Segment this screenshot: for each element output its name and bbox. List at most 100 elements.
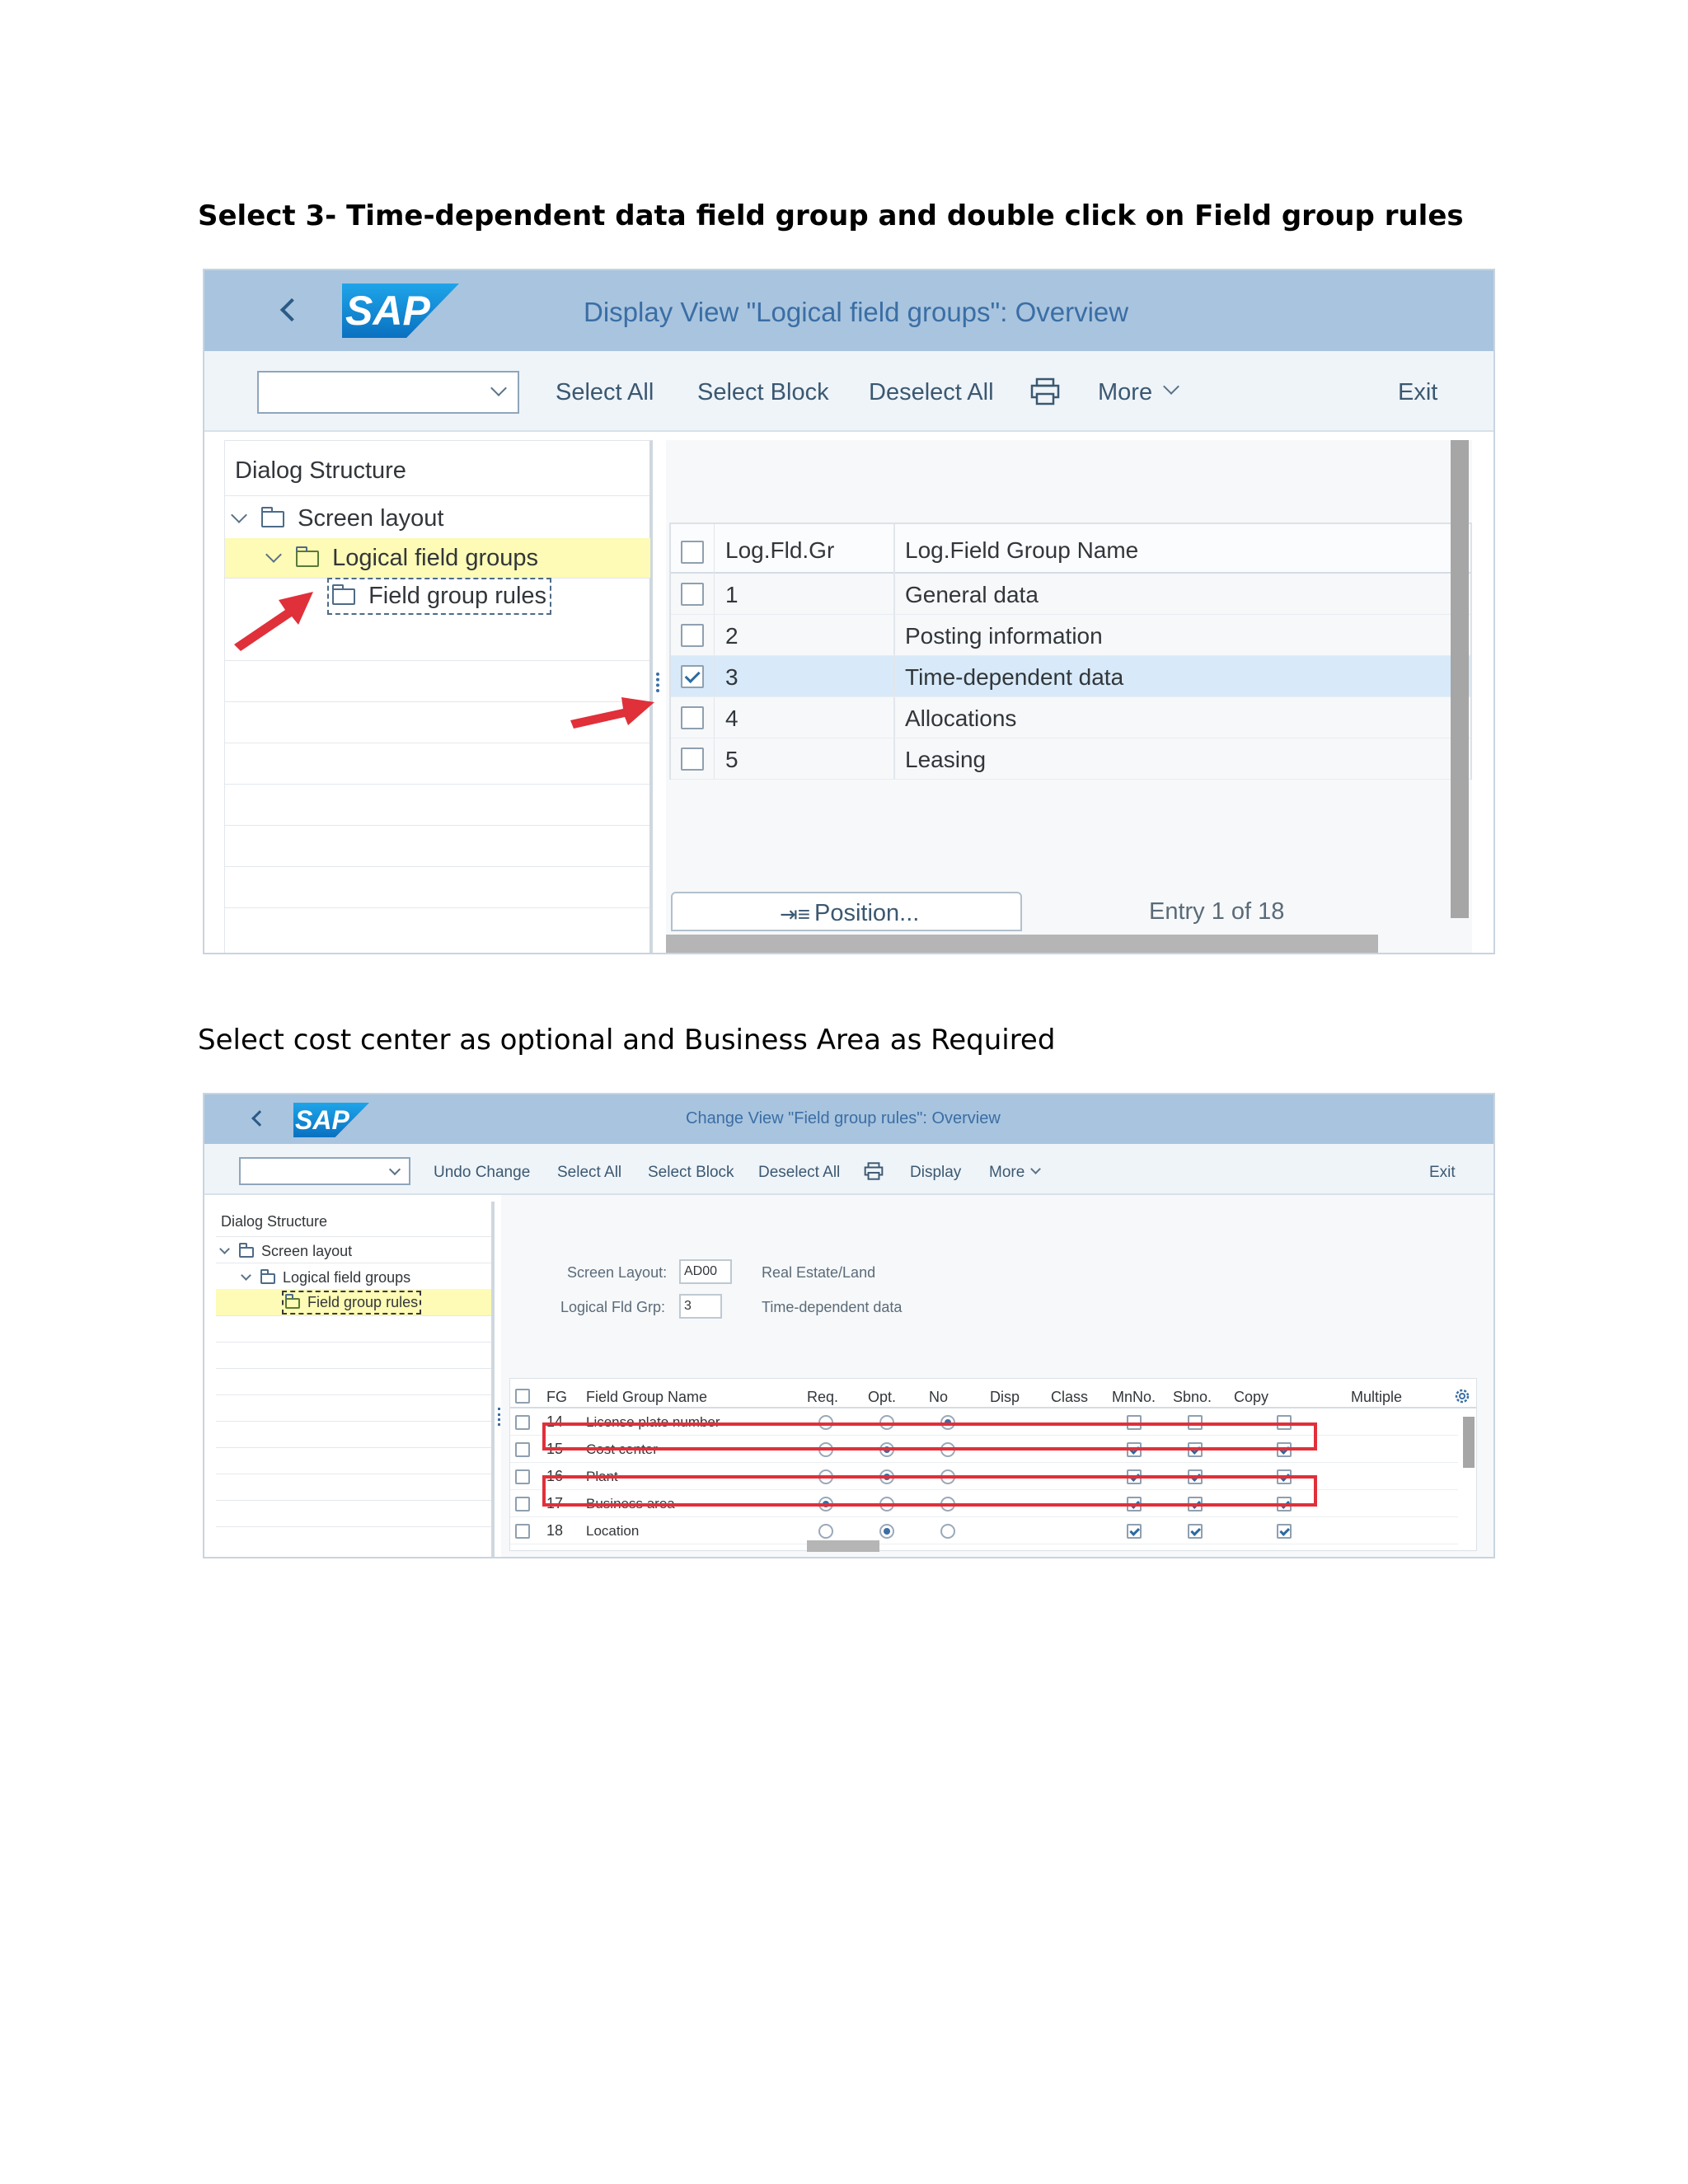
row-checkbox[interactable] — [681, 624, 704, 647]
chevron-down-icon — [490, 380, 507, 396]
screen-layout-value: AD00 — [684, 1264, 718, 1278]
instruction-step2: Select cost center as optional and Busin… — [198, 1024, 1056, 1057]
screenshot-field-group-rules: SAP Change View "Field group rules": Ove… — [203, 1093, 1495, 1558]
table-row[interactable]: 1 General data — [671, 574, 1470, 615]
optional-radio[interactable] — [879, 1524, 894, 1539]
select-all-button[interactable]: Select All — [556, 379, 654, 406]
select-block-button[interactable]: Select Block — [648, 1164, 734, 1182]
row-checkbox[interactable] — [681, 665, 704, 688]
position-button[interactable]: ⇥≡ Position... — [671, 892, 1022, 931]
table-row[interactable]: 4 Allocations — [671, 697, 1470, 738]
exit-button[interactable]: Exit — [1429, 1164, 1456, 1182]
toolbar: Select All Select Block Deselect All Mor… — [204, 351, 1493, 432]
logical-field-groups-table: Log.Fld.Gr Log.Field Group Name 1 General… — [669, 523, 1472, 780]
horizontal-scrollbar[interactable] — [666, 935, 1378, 953]
chevron-down-icon — [1163, 378, 1179, 395]
sap-logo: SAP — [293, 1103, 369, 1137]
more-label: More — [1098, 379, 1153, 405]
column-header-no: No — [929, 1389, 949, 1405]
row-checkbox[interactable] — [515, 1415, 530, 1430]
column-divider — [714, 738, 715, 779]
display-button[interactable]: Display — [910, 1164, 961, 1182]
print-icon[interactable] — [864, 1162, 884, 1180]
tree-item-logical-field-groups[interactable]: Logical field groups — [241, 1268, 410, 1286]
no-radio[interactable] — [940, 1524, 955, 1539]
tree-item-field-group-rules[interactable]: Field group rules — [327, 578, 552, 615]
print-icon[interactable] — [1030, 377, 1060, 405]
back-icon[interactable] — [279, 298, 304, 322]
column-divider — [893, 738, 895, 779]
row-checkbox[interactable] — [681, 748, 704, 771]
screen-layout-description: Real Estate/Land — [762, 1264, 876, 1281]
row-checkbox[interactable] — [681, 706, 704, 729]
select-all-button[interactable]: Select All — [557, 1164, 621, 1182]
tree-label: Logical field groups — [332, 545, 539, 571]
log-fld-gr-cell: 2 — [725, 623, 738, 649]
column-header-class: Class — [1051, 1389, 1089, 1405]
row-checkbox[interactable] — [681, 583, 704, 606]
column-divider — [714, 656, 715, 696]
tree-item-screen-layout[interactable]: Screen layout — [231, 505, 444, 532]
required-radio[interactable] — [818, 1524, 833, 1539]
dialog-structure-title: Dialog Structure — [235, 457, 406, 484]
sap-logo: SAP — [342, 284, 459, 338]
select-all-checkbox[interactable] — [515, 1389, 530, 1404]
column-divider — [893, 574, 895, 614]
mnno-checkbox[interactable] — [1127, 1524, 1142, 1539]
tree-label: Field group rules — [307, 1294, 419, 1310]
more-menu[interactable]: More — [1098, 379, 1152, 406]
exit-button[interactable]: Exit — [1398, 379, 1437, 406]
table-area: Log.Fld.Gr Log.Field Group Name 1 General… — [666, 440, 1472, 953]
table-row[interactable]: 2 Posting information — [671, 615, 1470, 656]
command-dropdown[interactable] — [257, 371, 519, 414]
vertical-scrollbar[interactable] — [1463, 1417, 1475, 1468]
column-header-copy: Copy — [1234, 1389, 1269, 1405]
screen-layout-field[interactable]: AD00 — [679, 1259, 732, 1284]
tree-label: Screen layout — [261, 1243, 353, 1259]
back-icon[interactable] — [251, 1110, 268, 1127]
copy-checkbox[interactable] — [1277, 1524, 1292, 1539]
splitter-handle[interactable] — [498, 1408, 500, 1426]
row-checkbox[interactable] — [515, 1497, 530, 1511]
deselect-all-button[interactable]: Deselect All — [758, 1164, 840, 1182]
folder-icon — [239, 1242, 255, 1258]
row-checkbox[interactable] — [515, 1524, 530, 1539]
more-menu[interactable]: More — [989, 1164, 1025, 1182]
column-header-req: Req. — [807, 1389, 839, 1405]
more-label: More — [989, 1164, 1025, 1181]
tree-item-screen-layout[interactable]: Screen layout — [219, 1242, 353, 1260]
select-all-checkbox[interactable] — [681, 541, 704, 564]
tree-item-field-group-rules[interactable]: Field group rules — [282, 1291, 422, 1315]
folder-icon — [332, 584, 355, 606]
column-header-fg: FG — [546, 1389, 567, 1405]
tree-label: Screen layout — [298, 505, 444, 532]
tree-item-logical-field-groups[interactable]: Logical field groups — [265, 545, 539, 572]
settings-gear-icon[interactable] — [1453, 1387, 1471, 1405]
deselect-all-button[interactable]: Deselect All — [869, 379, 994, 406]
select-block-button[interactable]: Select Block — [697, 379, 829, 406]
chevron-down-icon — [1030, 1164, 1041, 1174]
chevron-down-icon — [241, 1270, 251, 1281]
table-row[interactable]: 3 Time-dependent data — [671, 656, 1470, 697]
vertical-scrollbar[interactable] — [1451, 440, 1469, 918]
tree-label: Field group rules — [368, 583, 547, 609]
logical-fld-grp-field[interactable]: 3 — [679, 1294, 722, 1319]
column-header-log-fld-gr: Log.Fld.Gr — [725, 537, 835, 563]
fg-cell: 18 — [546, 1522, 564, 1539]
log-fld-gr-cell: 1 — [725, 582, 738, 607]
log-field-group-name-cell: Posting information — [905, 623, 1103, 649]
row-checkbox[interactable] — [515, 1442, 530, 1457]
table-row[interactable]: 5 Leasing — [671, 738, 1470, 780]
shell-header: SAP Display View "Logical field groups":… — [204, 270, 1493, 351]
log-fld-gr-cell: 5 — [725, 747, 738, 772]
column-header-sbno: Sbno. — [1173, 1389, 1212, 1405]
table-row[interactable]: 18 Location — [510, 1517, 1458, 1544]
command-dropdown[interactable] — [239, 1157, 410, 1185]
chevron-down-icon — [388, 1163, 401, 1176]
chevron-down-icon — [219, 1244, 230, 1254]
sbno-checkbox[interactable] — [1188, 1524, 1203, 1539]
annotation-box-cost-center — [542, 1422, 1317, 1451]
horizontal-scrollbar[interactable] — [807, 1540, 879, 1552]
undo-change-button[interactable]: Undo Change — [434, 1164, 530, 1182]
row-checkbox[interactable] — [515, 1469, 530, 1484]
